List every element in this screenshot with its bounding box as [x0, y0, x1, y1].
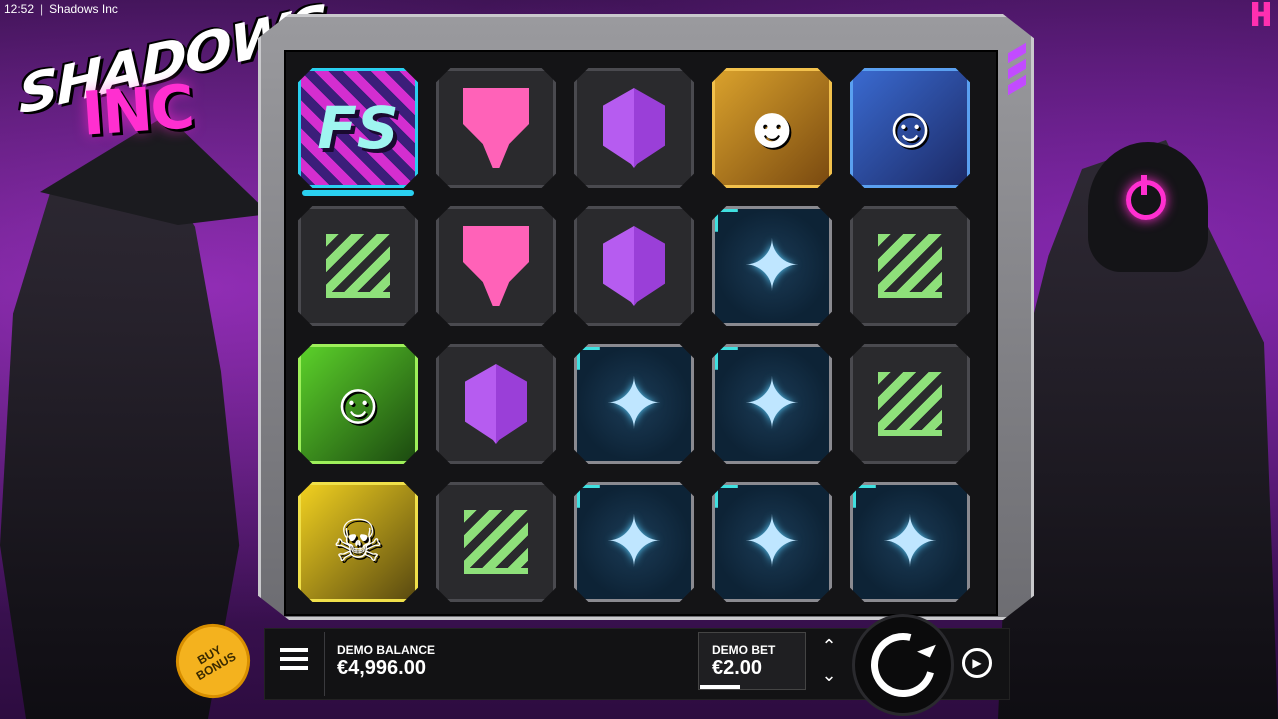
hooded-figure — [1088, 142, 1208, 272]
bet-label: DEMO BET — [712, 643, 776, 657]
reel-grid: FS ☻ ☺ ✦ ☺ ✦ ✦ ☠ ✦ ✦ ✦ — [296, 66, 986, 614]
bet-adjust: ⌃ ⌄ — [816, 636, 842, 686]
reel-cell-pink-heart — [434, 66, 558, 190]
shuriken-icon: ✦ — [880, 503, 940, 581]
fs-underline — [302, 190, 414, 196]
reel-cell-shuriken: ✦ — [710, 204, 834, 328]
menu-button[interactable] — [280, 648, 308, 670]
reel-cell-yellow-skull: ☠ — [296, 480, 420, 604]
green-stripes-icon — [878, 372, 942, 436]
reel-cell-green-stripes — [434, 480, 558, 604]
shuriken-icon: ✦ — [604, 365, 664, 443]
reel-cell-purple-cube — [572, 204, 696, 328]
spin-icon — [859, 621, 947, 709]
green-stripes-icon — [878, 234, 942, 298]
autoplay-button[interactable]: ▶ — [962, 648, 992, 678]
shuriken-icon: ✦ — [604, 503, 664, 581]
frame-accent — [1008, 42, 1026, 110]
shuriken-icon: ✦ — [742, 365, 802, 443]
logo-line2: INC — [79, 72, 195, 150]
reel-cell-shuriken: ✦ — [848, 480, 972, 604]
green-stripes-icon — [326, 234, 390, 298]
reel-cell-blue-ninja: ☺ — [848, 66, 972, 190]
reel-cell-green-stripes — [848, 342, 972, 466]
yellow-skull-icon: ☠ — [332, 509, 384, 574]
reel-cell-green-ninja: ☺ — [296, 342, 420, 466]
blue-ninja-icon: ☺ — [880, 95, 940, 160]
reel-cell-green-stripes — [848, 204, 972, 328]
reel-cell-shuriken: ✦ — [572, 342, 696, 466]
bet-decrease-icon[interactable]: ⌄ — [821, 665, 836, 686]
power-symbol-icon — [1126, 175, 1166, 220]
autoplay-icon: ▶ — [972, 656, 982, 670]
reel-cell-shuriken: ✦ — [572, 480, 696, 604]
bet-value: €2.00 — [712, 657, 763, 679]
bet-increase-icon[interactable]: ⌃ — [821, 636, 836, 657]
free-spins-icon: FS — [317, 94, 399, 162]
balance-label: DEMO BALANCE — [337, 643, 435, 657]
green-ninja-icon: ☺ — [328, 371, 388, 436]
reel-cell-shuriken: ✦ — [710, 342, 834, 466]
reel-cell-purple-cube — [572, 66, 696, 190]
reel-cell-fs: FS — [296, 66, 420, 196]
shuriken-icon: ✦ — [742, 227, 802, 305]
divider — [324, 632, 325, 696]
game-logo: SHADOWS INC — [12, 0, 328, 150]
balance-value: €4,996.00 — [337, 657, 426, 679]
spin-button[interactable] — [852, 614, 954, 716]
green-stripes-icon — [464, 510, 528, 574]
reel-cell-shuriken: ✦ — [710, 480, 834, 604]
reel-cell-pink-heart — [434, 204, 558, 328]
reel-cell-oni-mask: ☻ — [710, 66, 834, 190]
oni-mask-icon: ☻ — [741, 95, 803, 160]
shuriken-icon: ✦ — [742, 503, 802, 581]
reel-cell-green-stripes — [296, 204, 420, 328]
reel-cell-purple-cube — [434, 342, 558, 466]
bet-level-bar — [700, 685, 740, 689]
